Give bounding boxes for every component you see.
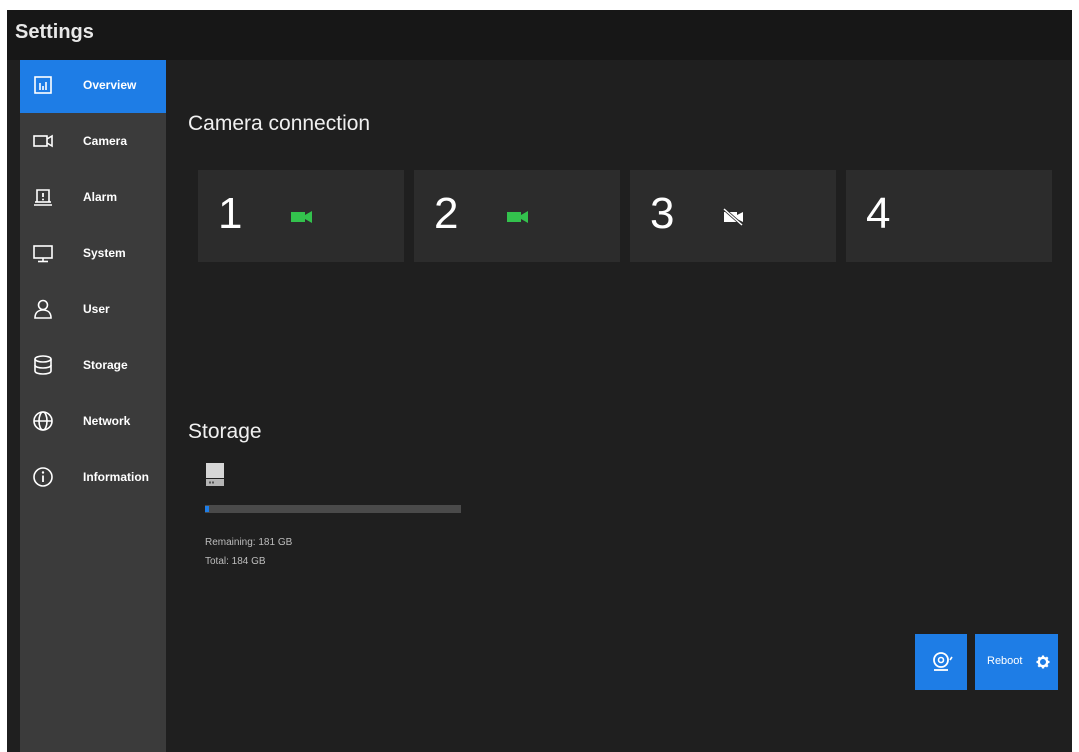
camera-number: 1 [218, 189, 243, 238]
reboot-label: Reboot [987, 655, 1023, 667]
video-camera-icon [33, 134, 53, 148]
camera-card-1[interactable]: 1 [198, 170, 404, 262]
camera-number: 2 [434, 189, 459, 238]
reboot-button[interactable]: Reboot [975, 634, 1058, 690]
camera-card-2[interactable]: 2 [414, 170, 620, 262]
siren-icon [933, 652, 953, 671]
storage-remaining: Remaining: 181 GB [205, 537, 293, 548]
sidebar-item-storage[interactable]: Storage [20, 340, 166, 393]
camera-connection-title: Camera connection [188, 112, 371, 135]
camera-card-4[interactable]: 4 [846, 170, 1052, 262]
sidebar-item-network[interactable]: Network [20, 396, 166, 449]
sidebar-item-label: Alarm [83, 190, 118, 204]
storage-usage-fill [205, 506, 210, 512]
info-icon [33, 467, 53, 487]
settings-window: Settings Overview Camera Alarm System Us… [7, 10, 1072, 752]
camera-card-3[interactable]: 3 [630, 170, 836, 262]
sidebar-item-label: System [83, 246, 126, 260]
window-title: Settings [15, 21, 94, 43]
sidebar-item-label: Camera [83, 134, 128, 148]
sidebar-item-label: Overview [83, 78, 137, 92]
camera-off-icon [723, 207, 743, 227]
monitor-icon [33, 245, 53, 263]
hard-drive-icon [206, 463, 224, 486]
sidebar-item-label: Network [83, 414, 131, 428]
gear-icon [1036, 655, 1050, 669]
sidebar-item-information[interactable]: Information [20, 452, 166, 505]
sidebar-item-label: Storage [83, 358, 128, 372]
storage-total: Total: 184 GB [205, 556, 266, 567]
main-content: Camera connection 1 2 3 4 Storage Remain… [166, 60, 1072, 752]
sidebar-item-alarm[interactable]: Alarm [20, 172, 166, 225]
camera-connected-icon [507, 211, 528, 223]
sidebar: Overview Camera Alarm System User Storag… [20, 60, 166, 752]
globe-icon [33, 411, 53, 431]
bar-chart-icon [34, 76, 52, 94]
camera-number: 4 [866, 189, 891, 238]
sidebar-item-system[interactable]: System [20, 228, 166, 281]
sidebar-item-user[interactable]: User [20, 284, 166, 337]
database-icon [34, 355, 52, 375]
storage-title: Storage [188, 420, 262, 443]
camera-number: 3 [650, 189, 675, 238]
sidebar-item-camera[interactable]: Camera [20, 116, 166, 169]
alarm-icon [34, 189, 52, 206]
sidebar-item-label: Information [83, 470, 149, 484]
user-icon [34, 299, 52, 319]
title-bar: Settings [7, 10, 1072, 60]
camera-connected-icon [291, 211, 312, 223]
alarm-test-button[interactable] [915, 634, 967, 690]
storage-usage-bar [205, 505, 461, 513]
sidebar-item-label: User [83, 302, 110, 316]
sidebar-item-overview[interactable]: Overview [20, 60, 166, 113]
